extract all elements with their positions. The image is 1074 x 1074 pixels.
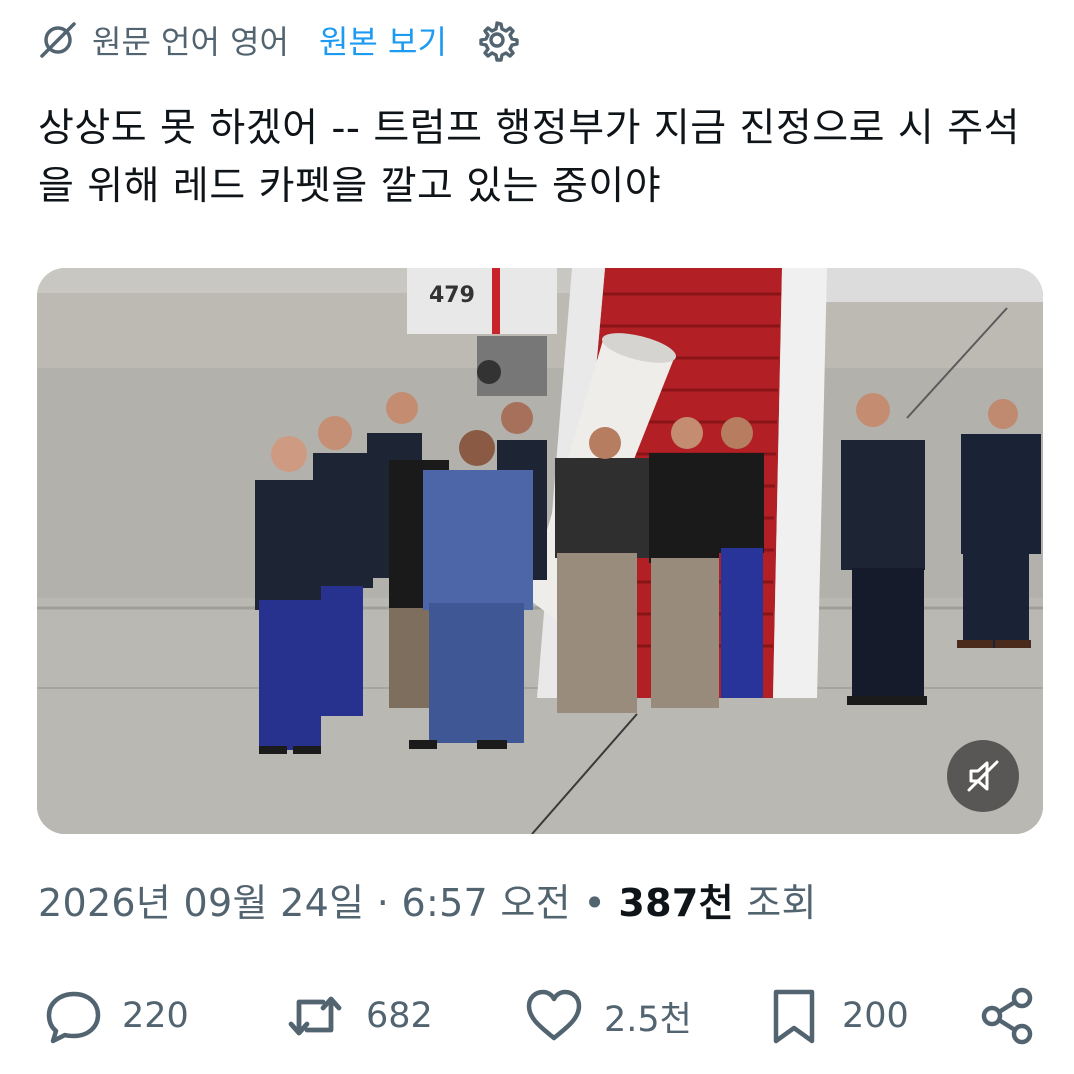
- speaker-muted-icon: [967, 760, 999, 792]
- video-frame: 479: [37, 268, 1043, 834]
- views-label: 조회: [733, 881, 817, 925]
- bookmark-icon: [773, 989, 815, 1044]
- like-count: 2.5천: [604, 999, 692, 1040]
- reply-button[interactable]: 220: [44, 980, 189, 1052]
- like-button[interactable]: 2.5천: [522, 980, 692, 1052]
- reply-count: 220: [122, 996, 189, 1036]
- translate-off-icon: [40, 22, 76, 58]
- view-original-link[interactable]: 원본 보기: [319, 17, 447, 63]
- stair-number: 479: [429, 283, 475, 308]
- tweet-text: 상상도 못 하겠어 -- 트럼프 행정부가 지금 진정으로 시 주석을 위해 레…: [38, 106, 1020, 209]
- tweet-actions: 220 682 2.5천 200: [38, 980, 1038, 1052]
- share-button[interactable]: [978, 980, 1038, 1052]
- reply-icon: [46, 991, 101, 1044]
- views-count[interactable]: 387천: [618, 881, 733, 925]
- meta-separator: ·: [364, 881, 402, 925]
- retweet-button[interactable]: 682: [282, 980, 433, 1052]
- retweet-count: 682: [366, 996, 433, 1036]
- mute-button[interactable]: [947, 740, 1019, 812]
- tweet-meta: 2026년 09월 24일 · 6:57 오전 • 387천 조회: [38, 872, 817, 927]
- tweet-video[interactable]: 479: [37, 268, 1043, 834]
- meta-separator: •: [570, 881, 619, 925]
- tweet-time: 6:57 오전: [401, 881, 571, 925]
- share-icon: [981, 987, 1033, 1045]
- bookmark-button[interactable]: 200: [764, 980, 909, 1052]
- retweet-icon: [288, 996, 342, 1036]
- tweet-date: 2026년 09월 24일: [38, 881, 365, 925]
- bookmark-count: 200: [842, 996, 909, 1036]
- translation-bar: 원문 언어 영어 원본 보기: [38, 14, 519, 66]
- heart-icon: [526, 989, 582, 1041]
- gear-icon[interactable]: [475, 18, 519, 62]
- source-language-label: 원문 언어 영어: [92, 23, 289, 61]
